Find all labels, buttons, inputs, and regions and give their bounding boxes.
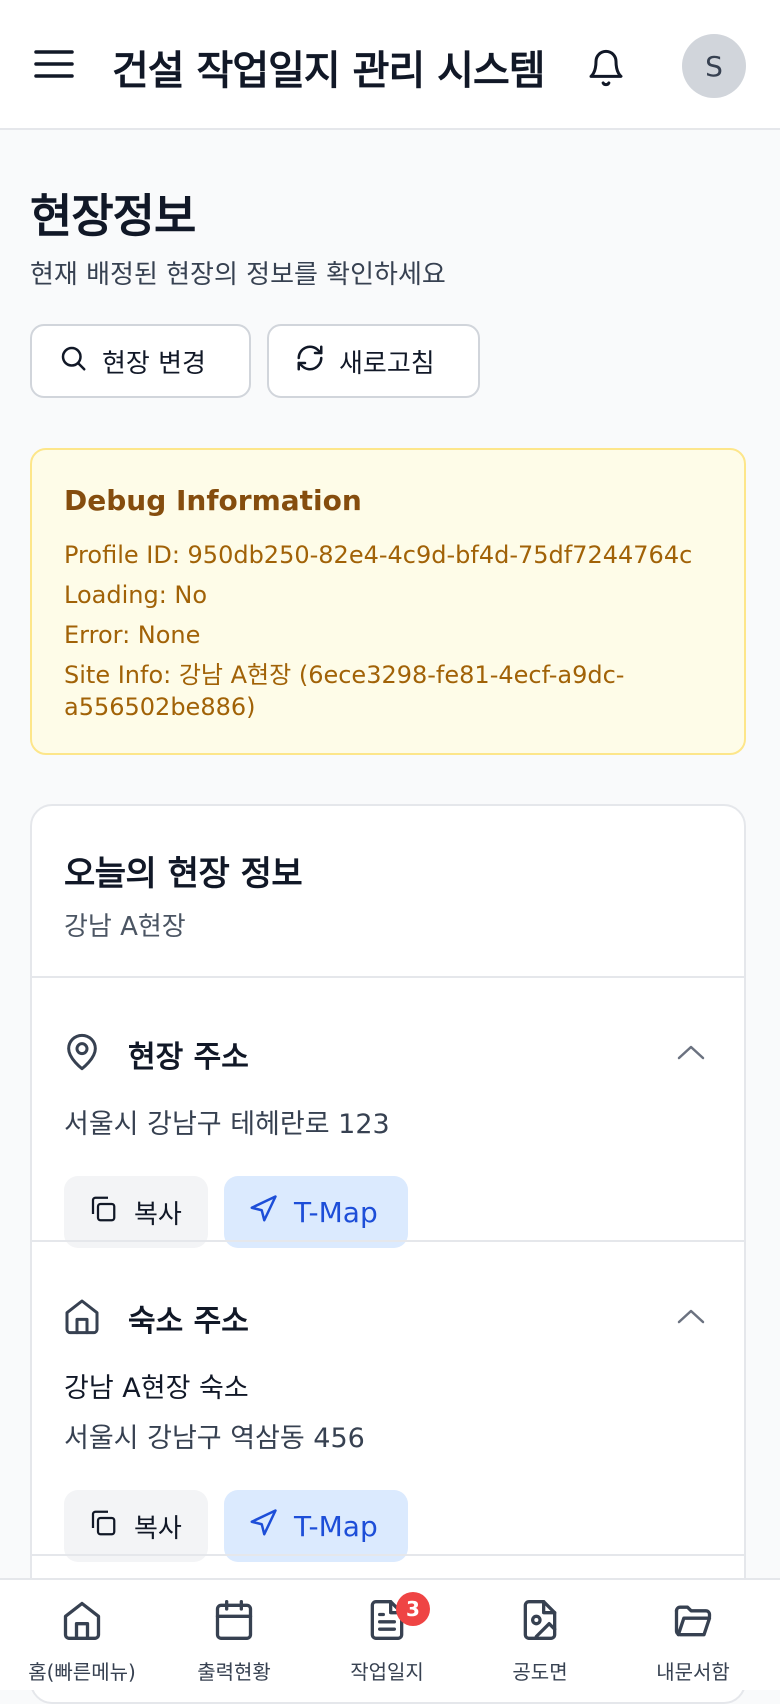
map-pin-icon [62,1032,102,1072]
tmap-lodging-button[interactable]: T-Map [224,1490,408,1562]
calendar-icon [212,1598,256,1646]
nav-label: 공도면 [512,1660,568,1684]
debug-error: Error: None [64,621,201,649]
refresh-button[interactable]: 새로고침 [267,324,480,398]
nav-label: 출력현황 [197,1660,271,1684]
nav-item-attendance[interactable]: 출력현황 [159,1598,309,1685]
app-header: 건설 작업일지 관리 시스템 S [0,0,780,130]
site-info-card: 오늘의 현장 정보 강남 A현장 현장 주소 서울시 강남구 테헤란로 123 … [30,804,746,1704]
nav-label: 홈(빠른메뉴) [28,1660,136,1684]
navigation-icon [248,1194,278,1231]
home-icon [62,1296,102,1336]
divider [32,976,744,978]
copy-label: 복사 [134,1199,182,1230]
copy-label: 복사 [134,1513,182,1544]
refresh-icon [295,343,325,380]
chevron-up-icon[interactable] [676,1306,706,1326]
nav-label: 작업일지 [350,1660,424,1684]
navigation-icon [248,1508,278,1545]
copy-site-address-button[interactable]: 복사 [64,1176,208,1248]
lodging-name: 강남 A현장 숙소 [64,1373,249,1404]
folder-icon [671,1598,715,1646]
debug-loading: Loading: No [64,581,208,609]
tmap-label: T-Map [294,1195,378,1229]
tmap-label: T-Map [294,1509,378,1543]
home-icon [60,1598,104,1646]
nav-item-drawings[interactable]: 공도면 [465,1598,615,1685]
search-icon [58,343,88,380]
bottom-nav: 홈(빠른메뉴) 출력현황 3 작업일지 공도면 내문서함 [0,1578,780,1690]
notification-badge: 3 [396,1592,430,1626]
site-address-text: 서울시 강남구 테헤란로 123 [64,1109,390,1140]
lodging-address-label: 숙소 주소 [128,1304,249,1339]
site-address-label: 현장 주소 [128,1040,249,1075]
debug-title: Debug Information [64,484,362,517]
site-name: 강남 A현장 [64,912,186,942]
bell-icon[interactable] [578,40,634,96]
image-file-icon [518,1598,562,1646]
refresh-label: 새로고침 [339,348,435,379]
chevron-up-icon[interactable] [676,1042,706,1062]
menu-icon[interactable] [30,40,78,88]
copy-icon [88,1194,118,1231]
page-subtitle: 현재 배정된 현장의 정보를 확인하세요 [30,260,446,290]
copy-lodging-address-button[interactable]: 복사 [64,1490,208,1562]
lodging-address-text: 서울시 강남구 역삼동 456 [64,1423,365,1454]
change-site-label: 현장 변경 [102,348,206,379]
debug-panel: Debug Information Profile ID: 950db250-8… [30,448,746,755]
debug-profile-id: Profile ID: 950db250-82e4-4c9d-bf4d-75df… [64,541,693,569]
app-title: 건설 작업일지 관리 시스템 [112,48,546,94]
page-title: 현장정보 [30,189,196,243]
copy-icon [88,1508,118,1545]
divider [32,1554,744,1556]
card-title: 오늘의 현장 정보 [64,854,303,894]
debug-site-info-line1: Site Info: 강남 A현장 (6ece3298-fe81-4ecf-a9… [64,661,625,689]
avatar[interactable]: S [682,34,746,98]
nav-item-work-log[interactable]: 3 작업일지 [312,1592,462,1685]
nav-item-my-documents[interactable]: 내문서함 [618,1598,768,1685]
nav-label: 내문서함 [656,1660,730,1684]
divider [32,1240,744,1242]
tmap-site-button[interactable]: T-Map [224,1176,408,1248]
debug-site-info-line2: a556502be886) [64,693,256,721]
change-site-button[interactable]: 현장 변경 [30,324,251,398]
nav-item-home[interactable]: 홈(빠른메뉴) [7,1598,157,1685]
